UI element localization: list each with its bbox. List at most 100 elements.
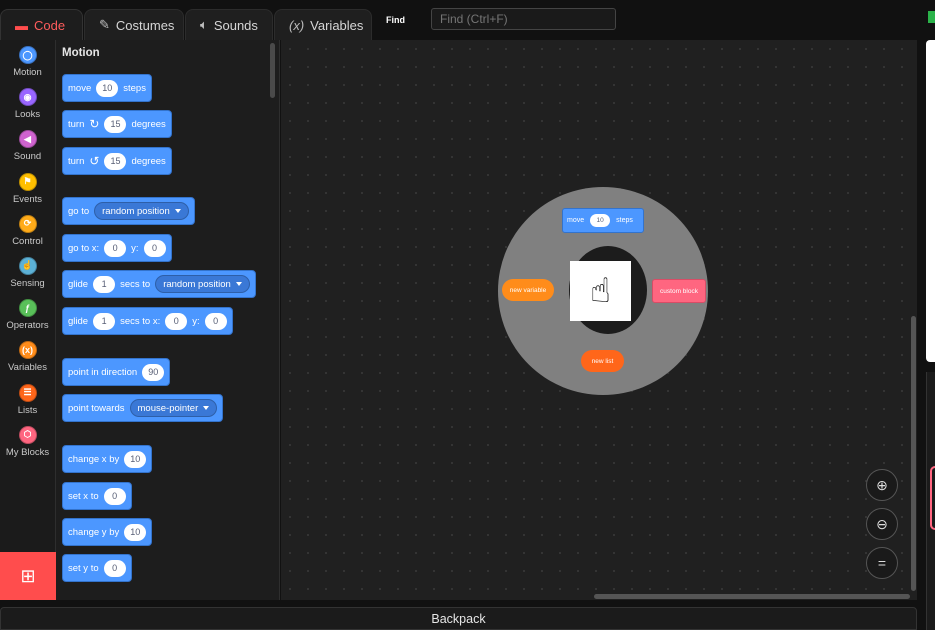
- add-extension-button[interactable]: ⊞: [0, 552, 56, 600]
- tab-variables[interactable]: (x) Variables: [274, 9, 372, 40]
- zoom-reset-button[interactable]: =: [866, 547, 898, 579]
- category-events-icon: ⚑: [18, 172, 37, 191]
- tab-variables-label: Variables: [310, 17, 364, 33]
- block-text: change y by: [68, 526, 120, 538]
- steps-input[interactable]: 10: [96, 79, 119, 97]
- target-dropdown[interactable]: random position: [155, 275, 250, 293]
- tab-bar: ▬ Code ✎ Costumes 🔈︎ Sounds (x) Variable…: [0, 0, 935, 40]
- block-change-y[interactable]: change y by 10: [62, 518, 153, 546]
- direction-input[interactable]: 90: [142, 363, 165, 381]
- radial-new-variable[interactable]: new variable: [502, 279, 554, 301]
- category-looks[interactable]: ◉ Looks: [0, 82, 55, 124]
- workspace-horizontal-scrollbar[interactable]: [594, 594, 910, 599]
- category-sensing[interactable]: ☝ Sensing: [0, 251, 55, 293]
- target-dropdown[interactable]: random position: [94, 202, 189, 220]
- rotate-left-icon: ↺: [89, 154, 100, 168]
- category-sound[interactable]: ◀ Sound: [0, 124, 55, 166]
- radial-custom-block[interactable]: custom block: [652, 279, 706, 303]
- editor-root: ▬ Code ✎ Costumes 🔈︎ Sounds (x) Variable…: [0, 0, 935, 630]
- zoom-out-icon: ⊖: [876, 515, 888, 532]
- brush-icon: ✎: [99, 17, 110, 32]
- x-input[interactable]: 0: [104, 239, 127, 257]
- radial-new-list[interactable]: new list: [581, 350, 624, 372]
- category-motion[interactable]: ◯ Motion: [0, 40, 55, 82]
- block-go-to[interactable]: go to random position: [62, 197, 195, 225]
- degrees-input[interactable]: 15: [104, 115, 127, 133]
- tab-sounds[interactable]: 🔈︎ Sounds: [185, 9, 273, 40]
- find-input[interactable]: [431, 8, 616, 30]
- category-my-blocks[interactable]: ⬡ My Blocks: [0, 420, 55, 462]
- stage-preview[interactable]: [926, 40, 935, 362]
- palette-scrollbar[interactable]: [270, 43, 275, 98]
- block-text: degrees: [131, 155, 166, 167]
- block-text: point in direction: [68, 366, 138, 378]
- target-dropdown[interactable]: mouse-pointer: [129, 399, 218, 417]
- tab-costumes[interactable]: ✎ Costumes: [84, 9, 184, 40]
- block-turn-right[interactable]: turn ↻ 15 degrees: [62, 110, 172, 138]
- palette-category-title: Motion: [62, 47, 100, 59]
- block-text: set x to: [68, 490, 99, 502]
- y-input[interactable]: 0: [143, 239, 166, 257]
- category-operators[interactable]: ƒ Operators: [0, 293, 55, 335]
- radial-move-block[interactable]: move 10 steps: [562, 208, 644, 233]
- category-variables[interactable]: (x) Variables: [0, 335, 55, 377]
- category-operators-icon: ƒ: [18, 299, 37, 318]
- category-label: Operators: [6, 320, 49, 332]
- category-label: Variables: [8, 362, 47, 374]
- category-label: My Blocks: [5, 446, 50, 458]
- green-flag-icon[interactable]: [928, 11, 935, 23]
- degrees-input[interactable]: 15: [104, 152, 127, 170]
- sprite-thumbnail[interactable]: [930, 466, 935, 530]
- workspace-vertical-scrollbar[interactable]: [911, 316, 916, 591]
- block-turn-left[interactable]: turn ↺ 15 degrees: [62, 147, 172, 175]
- zoom-in-button[interactable]: ⊕: [866, 469, 898, 501]
- y-input[interactable]: 0: [204, 312, 227, 330]
- value-input[interactable]: 10: [124, 523, 147, 541]
- tab-costumes-label: Costumes: [115, 17, 175, 33]
- code-icon: ▬: [15, 17, 28, 33]
- category-control-icon: ⟳: [18, 214, 37, 233]
- block-text: y:: [131, 242, 139, 254]
- category-variables-icon: (x): [18, 341, 37, 360]
- block-set-y[interactable]: set y to 0: [62, 554, 132, 582]
- caret-down-icon: [203, 406, 210, 410]
- block-glide-to[interactable]: glide 1 secs to random position: [62, 270, 256, 298]
- backpack-bar[interactable]: Backpack: [0, 607, 917, 630]
- block-text: move: [68, 82, 92, 94]
- zoom-in-icon: ⊕: [876, 476, 888, 493]
- zoom-out-button[interactable]: ⊖: [866, 508, 898, 540]
- block-text: steps: [123, 82, 146, 94]
- block-glide-xy[interactable]: glide 1 secs to x: 0 y: 0: [62, 307, 233, 335]
- steps-input: 10: [590, 214, 611, 227]
- secs-input[interactable]: 1: [93, 312, 116, 330]
- category-lists[interactable]: ☰ Lists: [0, 378, 55, 420]
- block-point-towards[interactable]: point towards mouse-pointer: [62, 394, 224, 422]
- block-text: turn: [68, 118, 85, 130]
- category-events[interactable]: ⚑ Events: [0, 167, 55, 209]
- category-control[interactable]: ⟳ Control: [0, 209, 55, 251]
- script-workspace[interactable]: ☝︎ move 10 steps new variable custom blo…: [281, 40, 917, 600]
- radial-menu: ☝︎ move 10 steps new variable custom blo…: [498, 187, 708, 395]
- block-point-in-direction[interactable]: point in direction 90: [62, 358, 171, 386]
- x-input[interactable]: 0: [165, 312, 188, 330]
- block-text: secs to: [120, 278, 151, 290]
- block-go-to-xy[interactable]: go to x: 0 y: 0: [62, 234, 172, 262]
- category-label: Motion: [13, 67, 42, 78]
- tab-code[interactable]: ▬ Code: [0, 9, 83, 40]
- category-sensing-icon: ☝: [18, 256, 37, 275]
- block-text: set y to: [68, 562, 99, 574]
- block-text: glide: [68, 278, 89, 290]
- value-input[interactable]: 0: [103, 559, 126, 577]
- block-text: turn: [68, 155, 85, 167]
- category-motion-icon: ◯: [18, 46, 37, 64]
- block-text: change x by: [68, 453, 120, 465]
- block-move-steps[interactable]: move 10 steps: [62, 74, 152, 102]
- block-set-x[interactable]: set x to 0: [62, 482, 132, 510]
- secs-input[interactable]: 1: [93, 275, 116, 293]
- value-input[interactable]: 0: [103, 487, 126, 505]
- block-text: go to: [68, 205, 90, 217]
- hand-cursor-icon: ☝︎: [570, 261, 631, 321]
- category-label: Events: [12, 193, 43, 205]
- block-change-x[interactable]: change x by 10: [62, 445, 153, 473]
- value-input[interactable]: 10: [124, 450, 147, 468]
